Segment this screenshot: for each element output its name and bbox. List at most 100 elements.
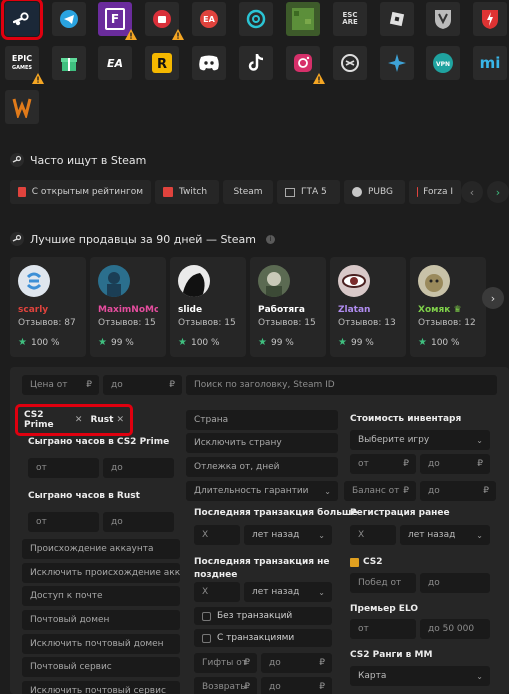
seller-card[interactable]: Zlatan Отзывов: 13 ★ 99 % xyxy=(330,257,406,357)
chip-twitch[interactable]: Twitch xyxy=(155,180,219,204)
info-icon[interactable]: i xyxy=(265,234,275,244)
app-tile-epic[interactable]: EPIC GAMES xyxy=(5,46,44,84)
seller-reviews: Отзывов: 13 xyxy=(338,318,396,328)
seller-card[interactable]: scarly Отзывов: 87 ★ 100 % xyxy=(10,257,86,357)
app-tile-steam[interactable] xyxy=(1,0,43,40)
no-transactions-checkbox[interactable]: Без транзакций xyxy=(194,607,332,625)
app-tile-supercell[interactable] xyxy=(145,2,184,40)
refunds-to-input[interactable]: до ₽ xyxy=(261,677,332,694)
hours-cs2-from[interactable]: от xyxy=(28,458,99,478)
close-icon[interactable]: ✕ xyxy=(116,415,124,425)
chip-gta5[interactable]: ГТА 5 xyxy=(277,180,340,204)
with-transactions-checkbox[interactable]: С транзакциями xyxy=(194,629,332,647)
app-tile-minecraft[interactable] xyxy=(286,2,320,36)
hours-rust-label: Сыграно часов в Rust xyxy=(28,491,140,501)
crown-icon: ♛ xyxy=(453,305,462,315)
registration-value[interactable]: X xyxy=(350,525,396,545)
seller-name: MaximNoMore xyxy=(98,305,158,315)
minecraft-icon xyxy=(292,8,314,30)
roblox-icon xyxy=(388,10,406,28)
app-tile-genshin[interactable] xyxy=(380,46,414,80)
chips-next-button[interactable]: › xyxy=(487,181,509,203)
balance-to-input[interactable]: до ₽ xyxy=(420,481,496,501)
wins-to-input[interactable]: до xyxy=(420,573,490,593)
tag-cs2-prime[interactable]: CS2 Prime ✕ xyxy=(22,410,84,430)
seller-card[interactable]: Работяга Отзывов: 15 ★ 99 % xyxy=(250,257,326,357)
app-tile-wot[interactable] xyxy=(426,2,460,36)
seller-card[interactable]: Хомяк ♛ Отзывов: 12 ★ 100 % xyxy=(410,257,486,357)
app-tile-warface[interactable] xyxy=(5,90,39,124)
cs2-icon xyxy=(350,557,359,567)
wins-from-input[interactable]: Побед от xyxy=(350,573,416,593)
warranty-select[interactable]: Длительность гарантии ⌄ xyxy=(186,481,338,501)
chip-steam[interactable]: Steam xyxy=(223,180,273,204)
gta5-icon xyxy=(285,187,295,197)
seller-card[interactable]: MaximNoMore Отзывов: 15 ★99 % xyxy=(90,257,166,357)
exclude-mail-service-select[interactable]: Исключить почтовый сервис xyxy=(22,681,180,694)
hours-rust-from[interactable]: от xyxy=(28,512,99,532)
country-select[interactable]: Страна xyxy=(186,410,338,430)
app-tile-gifts[interactable] xyxy=(52,46,86,80)
app-tile-telegram[interactable] xyxy=(52,2,86,36)
star-icon: ★ xyxy=(418,337,427,348)
hours-cs2-to[interactable]: до xyxy=(103,458,174,478)
mihoyo-icon: mi xyxy=(479,54,501,72)
balance-from-input[interactable]: Баланс от ₽ xyxy=(344,481,416,501)
app-tile-wotblitz[interactable] xyxy=(473,2,507,36)
chip-pubg[interactable]: PUBG xyxy=(344,180,405,204)
chip-open-rating[interactable]: С открытым рейтингом xyxy=(10,180,151,204)
gifts-from-input[interactable]: Гифты от ₽ xyxy=(194,653,257,673)
registration-unit[interactable]: лет назад ⌄ xyxy=(400,525,490,545)
gifts-to-input[interactable]: до ₽ xyxy=(261,653,332,673)
premier-from-input[interactable]: от xyxy=(350,619,416,639)
last-tx-late-unit[interactable]: лет назад ⌄ xyxy=(244,582,332,602)
refunds-from-input[interactable]: Возвраты ₽ xyxy=(194,677,257,694)
chip-forza[interactable]: Forza I xyxy=(409,180,461,204)
inventory-to-input[interactable]: до ₽ xyxy=(420,454,490,474)
seller-name: Zlatan xyxy=(338,305,371,315)
sellers-next-button[interactable]: › xyxy=(482,287,504,309)
mail-service-select[interactable]: Почтовый сервис xyxy=(22,657,180,677)
price-to-input[interactable]: до ₽ xyxy=(103,375,182,395)
app-tile-discord[interactable] xyxy=(192,46,226,80)
app-tile-instagram[interactable] xyxy=(286,46,325,84)
price-from-input[interactable]: Цена от ₽ xyxy=(22,375,99,395)
app-tile-rockstar[interactable]: R xyxy=(145,46,179,80)
seller-card[interactable]: slide Отзывов: 15 ★ 100 % xyxy=(170,257,246,357)
mail-access-select[interactable]: Доступ к почте xyxy=(22,586,180,606)
tag-rust[interactable]: Rust ✕ xyxy=(88,415,126,425)
close-icon[interactable]: ✕ xyxy=(75,415,83,425)
exclude-origin-select[interactable]: Исключить происхождение аккаун xyxy=(22,563,180,583)
search-input[interactable]: Поиск по заголовку, Steam ID xyxy=(186,375,497,395)
app-tile-chatgpt[interactable] xyxy=(333,46,367,80)
map-select[interactable]: Карта ⌄ xyxy=(350,666,490,686)
svg-text:VPN: VPN xyxy=(436,61,450,68)
app-tile-escape[interactable]: ESC ARE xyxy=(333,2,367,36)
hours-rust-to[interactable]: до xyxy=(103,512,174,532)
app-tile-mi[interactable]: mi xyxy=(473,46,507,80)
premier-to-input[interactable]: до 50 000 xyxy=(420,619,490,639)
app-tile-vpn[interactable]: VPN xyxy=(426,46,460,80)
exclude-mail-domain-input[interactable]: Исключить почтовый домен xyxy=(22,634,180,654)
last-tx-label: Последняя транзакция больше xyxy=(194,508,358,518)
app-tile-fortnite[interactable]: F xyxy=(98,2,137,40)
app-tile-ea-mobile[interactable]: EA xyxy=(98,46,132,80)
inventory-from-input[interactable]: от ₽ xyxy=(350,454,416,474)
last-tx-late-value[interactable]: X xyxy=(194,582,240,602)
epic-games-icon: EPIC GAMES xyxy=(11,53,33,71)
last-tx-value[interactable]: X xyxy=(194,525,240,545)
app-tile-roblox[interactable] xyxy=(380,2,414,36)
exclude-country-select[interactable]: Исключить страну xyxy=(186,433,338,453)
star-icon: ★ xyxy=(338,337,347,348)
origin-select[interactable]: Происхождение аккаунта xyxy=(22,539,180,559)
app-tile-tiktok[interactable] xyxy=(239,46,273,80)
chips-prev-button[interactable]: ‹ xyxy=(461,181,483,203)
mail-domain-input[interactable]: Почтовый домен xyxy=(22,610,180,630)
app-tile-ea[interactable]: EA xyxy=(192,2,226,36)
selected-games-tags: CS2 Prime ✕ Rust ✕ xyxy=(15,404,133,436)
idle-days-input[interactable]: Отлежка от, дней xyxy=(186,457,338,477)
chevron-down-icon: ⌄ xyxy=(476,435,483,445)
last-tx-unit[interactable]: лет назад ⌄ xyxy=(244,525,332,545)
game-select[interactable]: Выберите игру ⌄ xyxy=(350,430,490,450)
app-tile-uplay[interactable] xyxy=(239,2,273,36)
